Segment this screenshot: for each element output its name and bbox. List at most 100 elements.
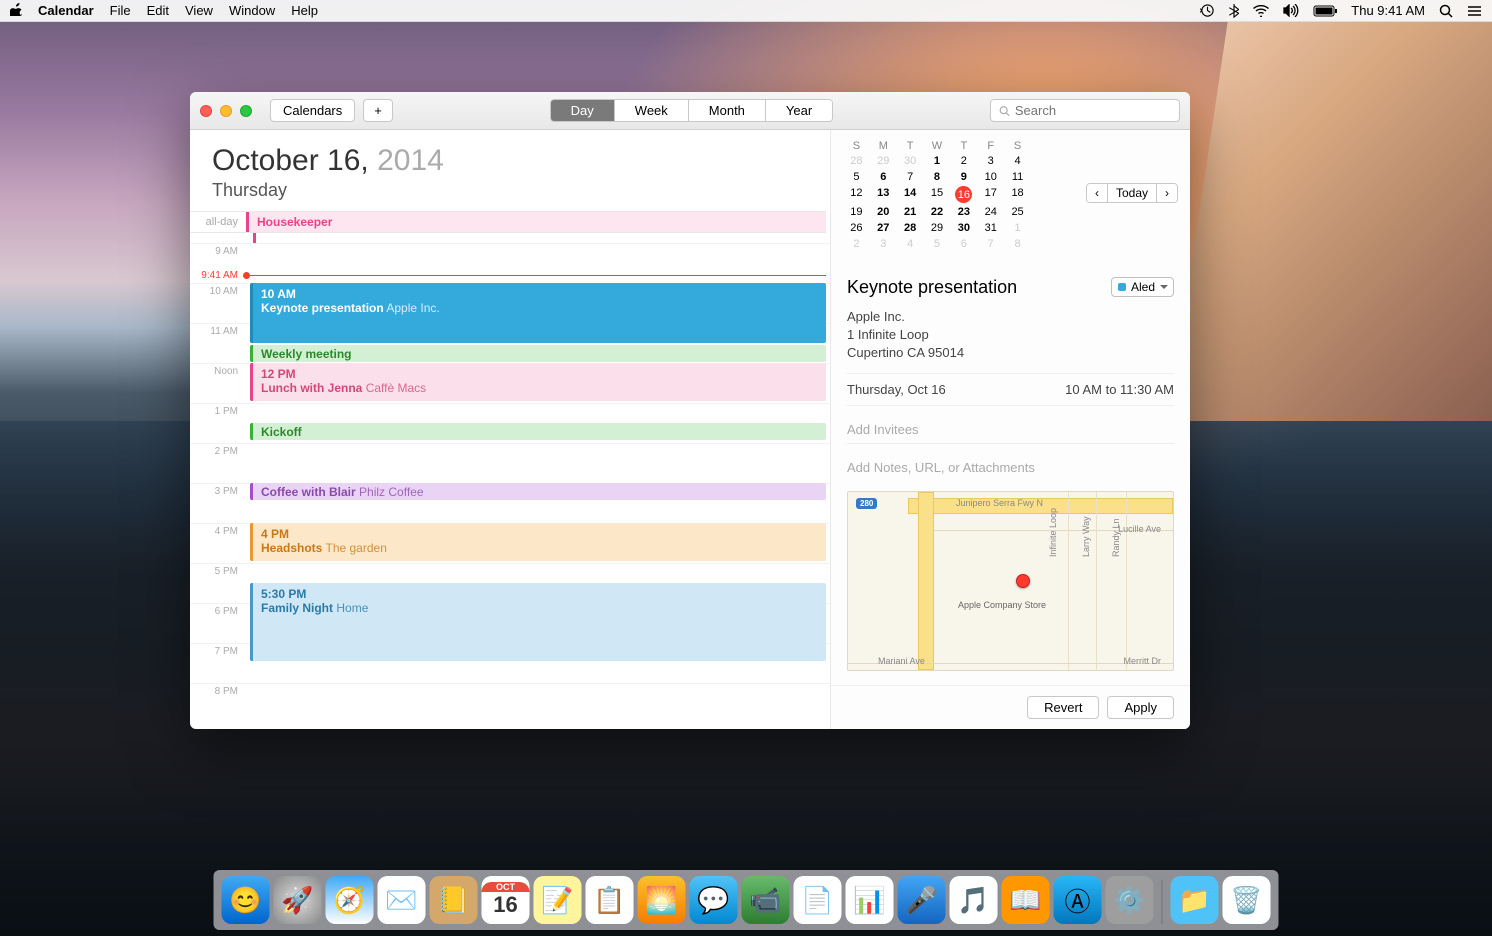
calendars-button[interactable]: Calendars [270, 99, 355, 122]
mini-cal-day[interactable]: 10 [977, 170, 1004, 184]
timeline[interactable]: 9 AM10 AM11 AMNoon1 PM2 PM3 PM4 PM5 PM6 … [190, 243, 830, 729]
calendar-event[interactable]: 5:30 PMFamily Night Home [250, 583, 826, 661]
dock-appstore[interactable]: Ⓐ [1054, 876, 1102, 924]
mini-cal-day[interactable]: 2 [843, 237, 870, 251]
mini-cal-day[interactable]: 11 [1004, 170, 1031, 184]
bluetooth-icon[interactable] [1229, 3, 1239, 18]
menu-window[interactable]: Window [229, 3, 275, 18]
event-title[interactable]: Keynote presentation [847, 277, 1017, 298]
mini-cal-day[interactable]: 17 [977, 186, 1004, 203]
mini-cal-day[interactable]: 31 [977, 221, 1004, 235]
mini-cal-day[interactable]: 22 [924, 205, 951, 219]
mini-cal-day[interactable]: 20 [870, 205, 897, 219]
dock-keynote[interactable]: 🎤 [898, 876, 946, 924]
mini-cal-day[interactable]: 14 [897, 186, 924, 203]
mini-cal-day[interactable]: 7 [897, 170, 924, 184]
mini-cal-day[interactable]: 25 [1004, 205, 1031, 219]
mini-cal-day[interactable]: 15 [924, 186, 951, 203]
prev-button[interactable]: ‹ [1087, 184, 1108, 202]
zoom-button[interactable] [240, 105, 252, 117]
mini-cal-day[interactable]: 26 [843, 221, 870, 235]
mini-cal-day[interactable]: 29 [870, 154, 897, 168]
mini-cal-day[interactable]: 5 [843, 170, 870, 184]
mini-cal-day[interactable]: 3 [977, 154, 1004, 168]
apply-button[interactable]: Apply [1107, 696, 1174, 719]
calendar-event[interactable]: Weekly meeting [250, 345, 826, 362]
search-field[interactable] [990, 99, 1180, 122]
dock-messages[interactable]: 💬 [690, 876, 738, 924]
mini-cal-day[interactable]: 4 [1004, 154, 1031, 168]
mini-cal-day[interactable]: 30 [897, 154, 924, 168]
dock-launchpad[interactable]: 🚀 [274, 876, 322, 924]
dock-calendar[interactable]: OCT16 [482, 876, 530, 924]
dock-mail[interactable]: ✉️ [378, 876, 426, 924]
dock-ibooks[interactable]: 📖 [1002, 876, 1050, 924]
calendar-event[interactable]: Kickoff [250, 423, 826, 440]
location-map[interactable]: 280 Junipero Serra Fwy N Lucille Ave Inf… [847, 491, 1174, 671]
dock-itunes[interactable]: 🎵 [950, 876, 998, 924]
search-input[interactable] [1015, 103, 1171, 118]
dock-photos[interactable]: 🌅 [638, 876, 686, 924]
mini-cal-day[interactable]: 4 [897, 237, 924, 251]
apple-menu-icon[interactable] [10, 2, 24, 19]
mini-cal-day[interactable]: 6 [950, 237, 977, 251]
mini-cal-day[interactable]: 8 [924, 170, 951, 184]
view-day[interactable]: Day [551, 100, 615, 121]
dock-contacts[interactable]: 📒 [430, 876, 478, 924]
dock-preferences[interactable]: ⚙️ [1106, 876, 1154, 924]
mini-cal-day[interactable]: 12 [843, 186, 870, 203]
mini-cal-today[interactable]: 16 [955, 186, 972, 203]
today-button[interactable]: Today [1108, 184, 1157, 202]
mini-cal-day[interactable]: 18 [1004, 186, 1031, 203]
notification-center-icon[interactable] [1467, 5, 1482, 17]
mini-cal-day[interactable]: 13 [870, 186, 897, 203]
mini-cal-day[interactable]: 1 [924, 154, 951, 168]
timemachine-icon[interactable] [1200, 3, 1215, 18]
mini-cal-day[interactable]: 2 [950, 154, 977, 168]
battery-icon[interactable] [1313, 5, 1337, 17]
wifi-icon[interactable] [1253, 5, 1269, 17]
dock-notes[interactable]: 📝 [534, 876, 582, 924]
calendar-event[interactable]: 10 AMKeynote presentation Apple Inc. [250, 283, 826, 343]
mini-cal-day[interactable]: 6 [870, 170, 897, 184]
menu-view[interactable]: View [185, 3, 213, 18]
spotlight-icon[interactable] [1439, 4, 1453, 18]
calendar-select[interactable]: Aled [1111, 277, 1174, 297]
menubar-clock[interactable]: Thu 9:41 AM [1351, 3, 1425, 18]
volume-icon[interactable] [1283, 4, 1299, 17]
mini-cal-day[interactable]: 24 [977, 205, 1004, 219]
mini-cal-day[interactable]: 29 [924, 221, 951, 235]
mini-cal-day[interactable]: 21 [897, 205, 924, 219]
dock-numbers[interactable]: 📊 [846, 876, 894, 924]
mini-cal-day[interactable]: 7 [977, 237, 1004, 251]
app-name[interactable]: Calendar [38, 3, 94, 18]
event-datetime[interactable]: Thursday, Oct 16 10 AM to 11:30 AM [847, 373, 1174, 406]
mini-cal-day[interactable]: 28 [897, 221, 924, 235]
revert-button[interactable]: Revert [1027, 696, 1099, 719]
mini-cal-day[interactable]: 8 [1004, 237, 1031, 251]
mini-cal-day[interactable]: 30 [950, 221, 977, 235]
close-button[interactable] [200, 105, 212, 117]
notes-field[interactable]: Add Notes, URL, or Attachments [847, 454, 1174, 481]
dock-safari[interactable]: 🧭 [326, 876, 374, 924]
invitees-field[interactable]: Add Invitees [847, 416, 1174, 444]
event-location[interactable]: Apple Inc. 1 Infinite Loop Cupertino CA … [847, 308, 1174, 363]
menu-edit[interactable]: Edit [147, 3, 169, 18]
dock-downloads[interactable]: 📁 [1171, 876, 1219, 924]
calendar-event[interactable]: Coffee with Blair Philz Coffee [250, 483, 826, 500]
dock-facetime[interactable]: 📹 [742, 876, 790, 924]
mini-cal-day[interactable]: 19 [843, 205, 870, 219]
dock-reminders[interactable]: 📋 [586, 876, 634, 924]
view-year[interactable]: Year [766, 100, 832, 121]
view-week[interactable]: Week [615, 100, 689, 121]
dock-finder[interactable]: 😊 [222, 876, 270, 924]
menu-help[interactable]: Help [291, 3, 318, 18]
mini-cal-day[interactable]: 27 [870, 221, 897, 235]
window-titlebar[interactable]: Calendars + Day Week Month Year [190, 92, 1190, 130]
calendar-event[interactable]: 12 PMLunch with Jenna Caffè Macs [250, 363, 826, 401]
view-month[interactable]: Month [689, 100, 766, 121]
next-button[interactable]: › [1157, 184, 1177, 202]
dock-pages[interactable]: 📄 [794, 876, 842, 924]
calendar-event[interactable]: 4 PMHeadshots The garden [250, 523, 826, 561]
mini-cal-day[interactable]: 3 [870, 237, 897, 251]
